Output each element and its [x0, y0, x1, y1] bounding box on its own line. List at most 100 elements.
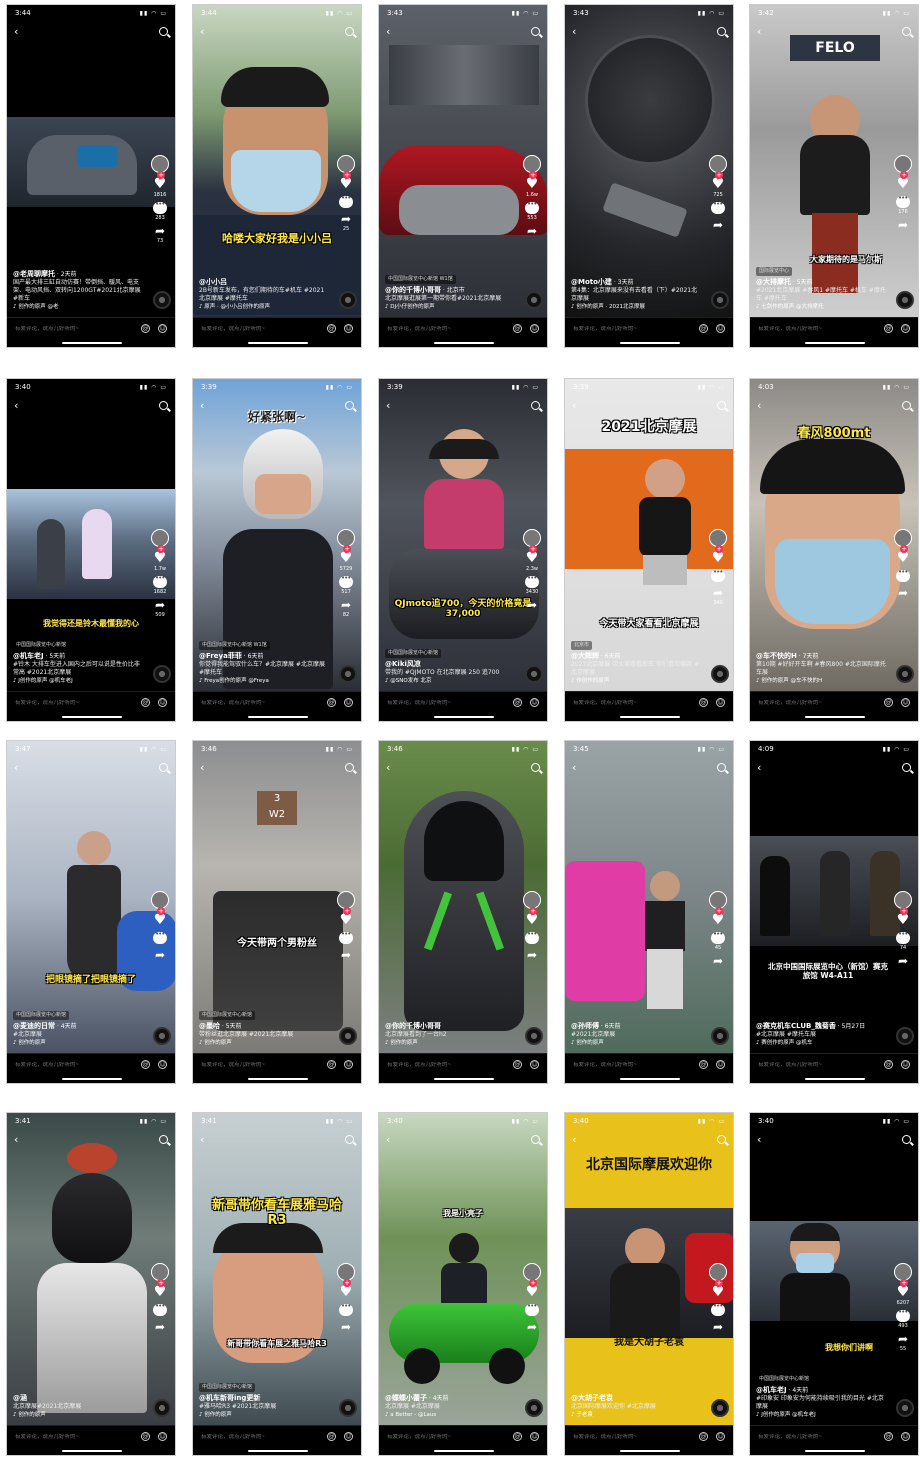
- phone-5[interactable]: FELO 大家期待的是马尔斯 3:42▮▮ ◠ ▭ ‹ ♥ 176 ➦ 国际展览…: [749, 4, 919, 348]
- emoji-icon[interactable]: ☺: [344, 1060, 353, 1069]
- music-line[interactable]: ♪ 赛创作的原声 @机车: [756, 1040, 886, 1047]
- comment-input[interactable]: [15, 325, 133, 332]
- at-icon[interactable]: @: [884, 324, 893, 333]
- search-icon[interactable]: [345, 1134, 354, 1144]
- at-icon[interactable]: @: [141, 698, 150, 707]
- music-disc-icon[interactable]: [153, 1027, 171, 1045]
- chevron-left-icon[interactable]: ‹: [757, 26, 761, 37]
- phone-15[interactable]: 北京中国国际展览中心（新馆）赛克旅馆 W4-A11 4:09 ▮▮ ◠ ▭ ‹ ♥…: [749, 740, 919, 1084]
- emoji-icon[interactable]: ☺: [530, 324, 539, 333]
- music-line[interactable]: ♪ 七剑作的原声 @大排摩托: [756, 304, 886, 311]
- music-disc-icon[interactable]: [896, 1399, 914, 1417]
- at-icon[interactable]: @: [699, 1060, 708, 1069]
- chevron-left-icon[interactable]: ‹: [757, 762, 761, 773]
- avatar[interactable]: [894, 1263, 912, 1287]
- share-button[interactable]: ➦ 25: [341, 213, 351, 232]
- avatar[interactable]: [337, 891, 355, 915]
- at-icon[interactable]: @: [699, 324, 708, 333]
- emoji-icon[interactable]: ☺: [530, 1432, 539, 1441]
- avatar[interactable]: [151, 891, 169, 915]
- music-disc-icon[interactable]: [896, 291, 914, 309]
- comment-button[interactable]: 553: [525, 200, 539, 221]
- phone-9[interactable]: 2021北京摩展 今天带大家看看北京摩展 3:39 ▮▮ ◠ ▭ ‹ ♥ ➦340…: [564, 378, 734, 722]
- chevron-left-icon[interactable]: ‹: [14, 762, 18, 773]
- author-name[interactable]: @大排摩托: [756, 278, 791, 286]
- chevron-left-icon[interactable]: ‹: [572, 762, 576, 773]
- like-button[interactable]: ♥: [526, 1285, 539, 1300]
- phone-20[interactable]: 我想你们讲啊 3:40▮▮ ◠ ▭ ‹ ♥6207 493 ➦55 中国国际展览…: [749, 1112, 919, 1456]
- phone-1[interactable]: 3:44 ▮▮ ◠ ▭ ‹ ♥1816 283 ➦73 @老周聊摩托 · 2天前 …: [6, 4, 176, 348]
- chevron-left-icon[interactable]: ‹: [14, 400, 18, 411]
- comment-button[interactable]: 517: [339, 574, 353, 595]
- phone-10[interactable]: 春风800mt 4:03 ▮▮ ◠ ▭ ‹ ♥ ➦ @车不快的H · 7天前 第1…: [749, 378, 919, 722]
- emoji-icon[interactable]: ☺: [901, 1060, 910, 1069]
- search-icon[interactable]: [531, 400, 540, 410]
- comment-input[interactable]: [15, 1061, 133, 1068]
- chevron-left-icon[interactable]: ‹: [572, 26, 576, 37]
- emoji-icon[interactable]: ☺: [716, 1060, 725, 1069]
- author-name[interactable]: @墨哈: [199, 1022, 220, 1030]
- search-icon[interactable]: [531, 762, 540, 772]
- share-button[interactable]: ➦: [898, 955, 908, 968]
- phone-18[interactable]: 我是小亮子 3:40 ▮▮ ◠ ▭ ‹ ♥ ➦ @蝶蝶小蕾子 · 4天前 北京摩展…: [378, 1112, 548, 1456]
- share-button[interactable]: ➦: [341, 949, 351, 962]
- at-icon[interactable]: @: [327, 1060, 336, 1069]
- location-tag[interactable]: 中国国际展览中心新馆: [385, 649, 442, 659]
- at-icon[interactable]: @: [327, 1432, 336, 1441]
- phone-4[interactable]: 3:43 ▮▮ ◠ ▭ ‹ ♥725 ➦ @Moto小建 · 3天前 第4集：北京…: [564, 4, 734, 348]
- search-icon[interactable]: [902, 26, 911, 36]
- search-icon[interactable]: [159, 1134, 168, 1144]
- comment-button[interactable]: [711, 1302, 725, 1317]
- music-disc-icon[interactable]: [525, 1027, 543, 1045]
- emoji-icon[interactable]: ☺: [344, 324, 353, 333]
- comment-button[interactable]: [153, 930, 167, 945]
- music-line[interactable]: ♪ 创作的原声 · 2021北京摩展: [571, 304, 701, 311]
- like-button[interactable]: ♥: [712, 1285, 725, 1300]
- music-line[interactable]: ♪ 创作的原声 @老: [13, 304, 143, 311]
- comment-button[interactable]: [711, 568, 725, 583]
- comment-button[interactable]: [153, 1302, 167, 1317]
- comment-input[interactable]: [758, 1061, 876, 1068]
- like-button[interactable]: ♥ 1816: [154, 177, 167, 198]
- share-button[interactable]: ➦ 509: [155, 599, 165, 618]
- search-icon[interactable]: [902, 1134, 911, 1144]
- like-button[interactable]: ♥: [154, 913, 167, 928]
- at-icon[interactable]: @: [513, 324, 522, 333]
- chevron-left-icon[interactable]: ‹: [200, 1134, 204, 1145]
- music-disc-icon[interactable]: [711, 1027, 729, 1045]
- music-disc-icon[interactable]: [339, 1027, 357, 1045]
- comment-button[interactable]: [525, 930, 539, 945]
- music-line[interactable]: ♪ DJ小仔创作的原声: [385, 304, 515, 311]
- comment-button[interactable]: [525, 1302, 539, 1317]
- at-icon[interactable]: @: [884, 698, 893, 707]
- share-button[interactable]: ➦ 55: [898, 1333, 908, 1352]
- like-button[interactable]: ♥: [897, 551, 910, 566]
- at-icon[interactable]: @: [513, 698, 522, 707]
- avatar[interactable]: [523, 529, 541, 553]
- author-name[interactable]: @机车新哥ing更新: [199, 1394, 260, 1402]
- chevron-left-icon[interactable]: ‹: [386, 1134, 390, 1145]
- at-icon[interactable]: @: [884, 1060, 893, 1069]
- author-name[interactable]: @机车老J: [13, 652, 44, 660]
- emoji-icon[interactable]: ☺: [158, 1060, 167, 1069]
- music-line[interactable]: ♪ 作创作的原声: [571, 678, 701, 685]
- share-button[interactable]: ➦: [527, 599, 537, 612]
- comment-button[interactable]: 74: [896, 930, 910, 951]
- chevron-left-icon[interactable]: ‹: [14, 26, 18, 37]
- author-name[interactable]: @车不快的H: [756, 652, 797, 660]
- emoji-icon[interactable]: ☺: [716, 698, 725, 707]
- music-disc-icon[interactable]: [711, 665, 729, 683]
- search-icon[interactable]: [159, 26, 168, 36]
- emoji-icon[interactable]: ☺: [901, 698, 910, 707]
- music-line[interactable]: ♪ 创作的原声: [13, 1412, 143, 1419]
- phone-2[interactable]: 哈喽大家好我是小小吕 3:44 ▮▮ ◠ ▭ ‹ ♥ ➦25 @小小吕 2B号新车…: [192, 4, 362, 348]
- at-icon[interactable]: @: [141, 324, 150, 333]
- like-button[interactable]: ♥: [340, 1285, 353, 1300]
- music-line[interactable]: ♪ J创作的原声 @机车老J: [756, 1412, 886, 1419]
- avatar[interactable]: [151, 529, 169, 553]
- search-icon[interactable]: [717, 400, 726, 410]
- at-icon[interactable]: @: [884, 1432, 893, 1441]
- music-line[interactable]: ♪ 子老袁: [571, 1412, 701, 1419]
- emoji-icon[interactable]: ☺: [901, 1432, 910, 1441]
- music-disc-icon[interactable]: [711, 1399, 729, 1417]
